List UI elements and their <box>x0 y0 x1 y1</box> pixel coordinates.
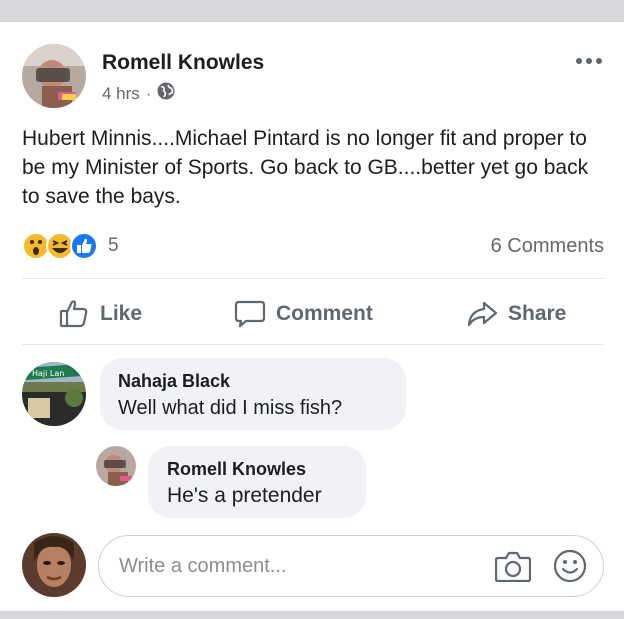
post-meta: 4 hrs · <box>102 82 175 105</box>
comment-bubble: Nahaja Black Well what did I miss fish? <box>100 358 406 430</box>
feed-separator-bottom <box>0 611 624 619</box>
replier-avatar[interactable] <box>96 446 136 486</box>
comment-button[interactable]: Comment <box>234 296 373 332</box>
current-user-avatar[interactable] <box>22 533 86 597</box>
thumbs-up-icon <box>58 298 90 330</box>
divider <box>22 344 604 345</box>
comments-count[interactable]: 6 Comments <box>491 235 604 258</box>
author-avatar[interactable] <box>22 44 86 108</box>
post-text: Hubert Minnis....Michael Pintard is no l… <box>22 127 589 208</box>
wow-reaction-icon <box>22 232 50 260</box>
comment-label: Comment <box>276 302 373 325</box>
reply-item: Romell Knowles He's a pretender <box>96 446 396 518</box>
feed-separator-top <box>0 0 624 22</box>
reply-text: He's a pretender <box>167 484 322 507</box>
camera-icon[interactable] <box>494 550 532 583</box>
meta-separator: · <box>145 83 152 103</box>
commenter-avatar[interactable]: Haji Lan <box>22 362 86 426</box>
post-header: Romell Knowles 4 hrs · <box>22 44 612 114</box>
action-bar: Like Comment Share <box>22 290 604 338</box>
share-button[interactable]: Share <box>466 296 566 332</box>
divider <box>22 278 604 279</box>
like-button[interactable]: Like <box>58 296 142 332</box>
comment-item: Haji Lan Nahaja Black Well what did I mi… <box>22 358 422 430</box>
comment-bubble-icon <box>234 298 266 330</box>
commenter-name[interactable]: Nahaja Black <box>118 371 230 392</box>
globe-icon <box>157 82 175 105</box>
more-options-icon[interactable] <box>576 56 606 66</box>
haha-reaction-icon <box>46 232 74 260</box>
share-arrow-icon <box>466 298 498 330</box>
reply-bubble: Romell Knowles He's a pretender <box>148 446 366 518</box>
emoji-icon[interactable] <box>553 549 587 583</box>
post-time[interactable]: 4 hrs <box>102 84 140 104</box>
svg-text:Haji Lan: Haji Lan <box>32 369 64 378</box>
author-name[interactable]: Romell Knowles <box>102 51 264 75</box>
share-label: Share <box>508 302 567 325</box>
comment-composer <box>22 533 604 599</box>
comment-input[interactable] <box>119 548 479 584</box>
comment-text: Well what did I miss fish? <box>118 397 343 419</box>
reaction-count[interactable]: 5 <box>108 235 119 257</box>
reaction-icons[interactable] <box>22 232 106 260</box>
like-label: Like <box>100 302 143 325</box>
comment-input-box[interactable] <box>98 535 604 597</box>
reactions-row: 5 6 Comments <box>22 230 604 262</box>
like-reaction-icon <box>70 232 98 260</box>
replier-name[interactable]: Romell Knowles <box>167 459 306 480</box>
